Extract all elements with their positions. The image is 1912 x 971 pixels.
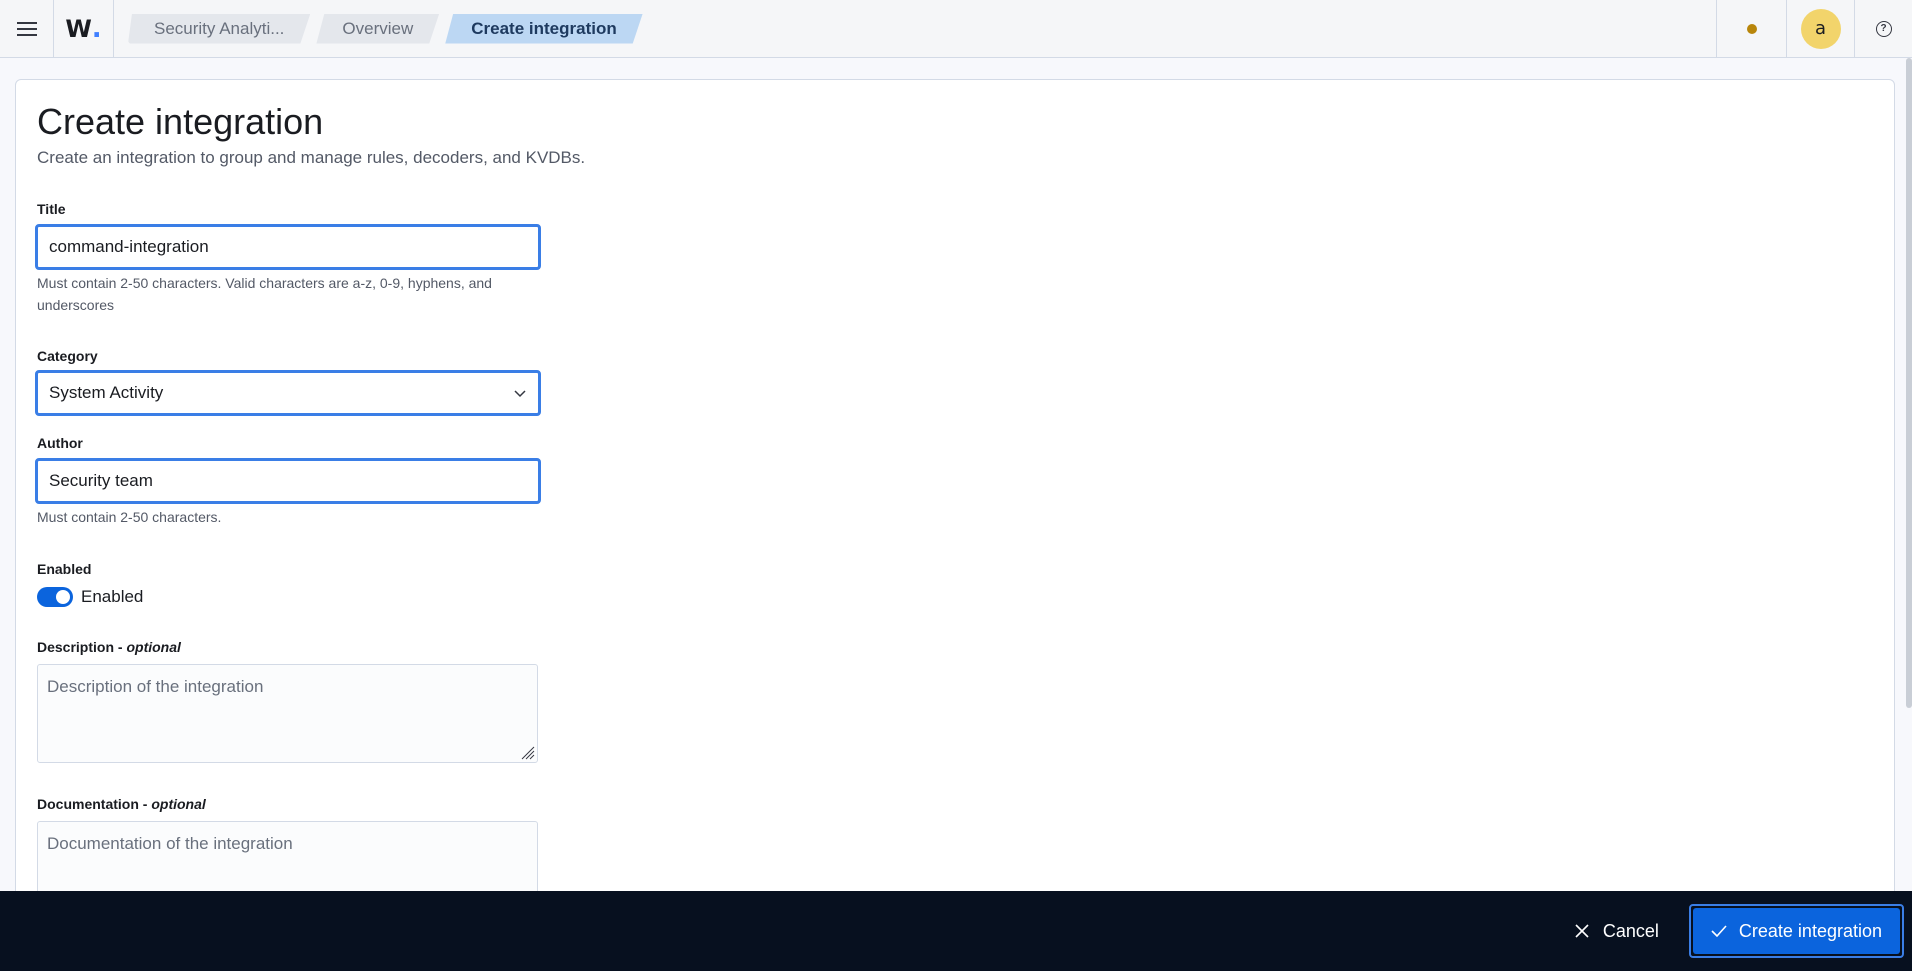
user-menu[interactable]: a <box>1786 0 1854 58</box>
page-scrollbar[interactable] <box>1906 58 1912 708</box>
documentation-label-text: Documentation <box>37 796 139 812</box>
cancel-button-label: Cancel <box>1602 920 1659 941</box>
documentation-label: Documentation - optional <box>37 796 206 812</box>
enabled-toggle[interactable] <box>37 587 73 607</box>
hamburger-menu-button[interactable] <box>0 0 54 58</box>
page-description: Create an integration to group and manag… <box>37 148 586 167</box>
resize-handle-icon[interactable] <box>519 744 535 760</box>
create-integration-button[interactable]: Create integration <box>1692 908 1900 954</box>
title-label: Title <box>37 201 66 217</box>
bottom-action-bar: Cancel Create integration <box>0 891 1912 971</box>
help-icon: ? <box>1875 20 1892 37</box>
enabled-label: Enabled <box>37 561 92 577</box>
author-field-value: Security team <box>49 471 153 490</box>
title-field-value: command-integration <box>49 237 209 256</box>
category-select[interactable]: System Activity <box>35 370 541 416</box>
cancel-button[interactable]: Cancel <box>1565 913 1669 950</box>
author-field[interactable]: Security team <box>35 458 541 504</box>
create-button-focus-ring: Create integration <box>1688 904 1904 958</box>
enabled-toggle-label: Enabled <box>81 587 144 606</box>
documentation-placeholder: Documentation of the integration <box>47 834 293 853</box>
description-placeholder: Description of the integration <box>47 677 264 696</box>
status-dot-icon <box>1746 23 1757 34</box>
breadcrumb-create-integration: Create integration <box>445 14 642 44</box>
author-help-text: Must contain 2-50 characters. <box>37 509 222 525</box>
avatar: a <box>1800 8 1841 49</box>
hamburger-icon <box>16 21 37 36</box>
description-textarea[interactable]: Description of the integration <box>37 664 538 763</box>
author-label: Author <box>37 435 83 451</box>
category-label: Category <box>37 348 98 364</box>
logo-letter: W <box>65 14 92 43</box>
header-actions: a ? <box>1716 0 1912 58</box>
description-optional-text: optional <box>126 639 181 655</box>
close-icon <box>1575 924 1589 938</box>
app-logo[interactable]: W. <box>54 0 114 58</box>
top-header: W. Security Analyti... Overview Create i… <box>0 0 1912 58</box>
breadcrumb-security-analytics[interactable]: Security Analyti... <box>128 14 310 44</box>
category-select-value: System Activity <box>49 383 164 402</box>
title-help-text: Must contain 2-50 characters. Valid char… <box>37 275 492 313</box>
description-label: Description - optional <box>37 639 181 655</box>
help-button[interactable]: ? <box>1854 0 1912 58</box>
chevron-down-icon <box>514 390 526 398</box>
page-title: Create integration <box>37 101 324 142</box>
create-button-label: Create integration <box>1738 920 1882 941</box>
description-label-text: Description <box>37 639 115 655</box>
breadcrumb: Security Analyti... Overview Create inte… <box>128 0 649 58</box>
documentation-optional-text: optional <box>151 796 206 812</box>
form-panel: Create integration Create an integration… <box>15 79 1895 920</box>
toggle-knob <box>56 590 70 604</box>
status-indicator[interactable] <box>1716 0 1786 58</box>
breadcrumb-overview[interactable]: Overview <box>316 14 439 44</box>
title-field[interactable]: command-integration <box>35 224 541 270</box>
logo-dot: . <box>91 13 102 44</box>
check-icon <box>1711 925 1727 937</box>
